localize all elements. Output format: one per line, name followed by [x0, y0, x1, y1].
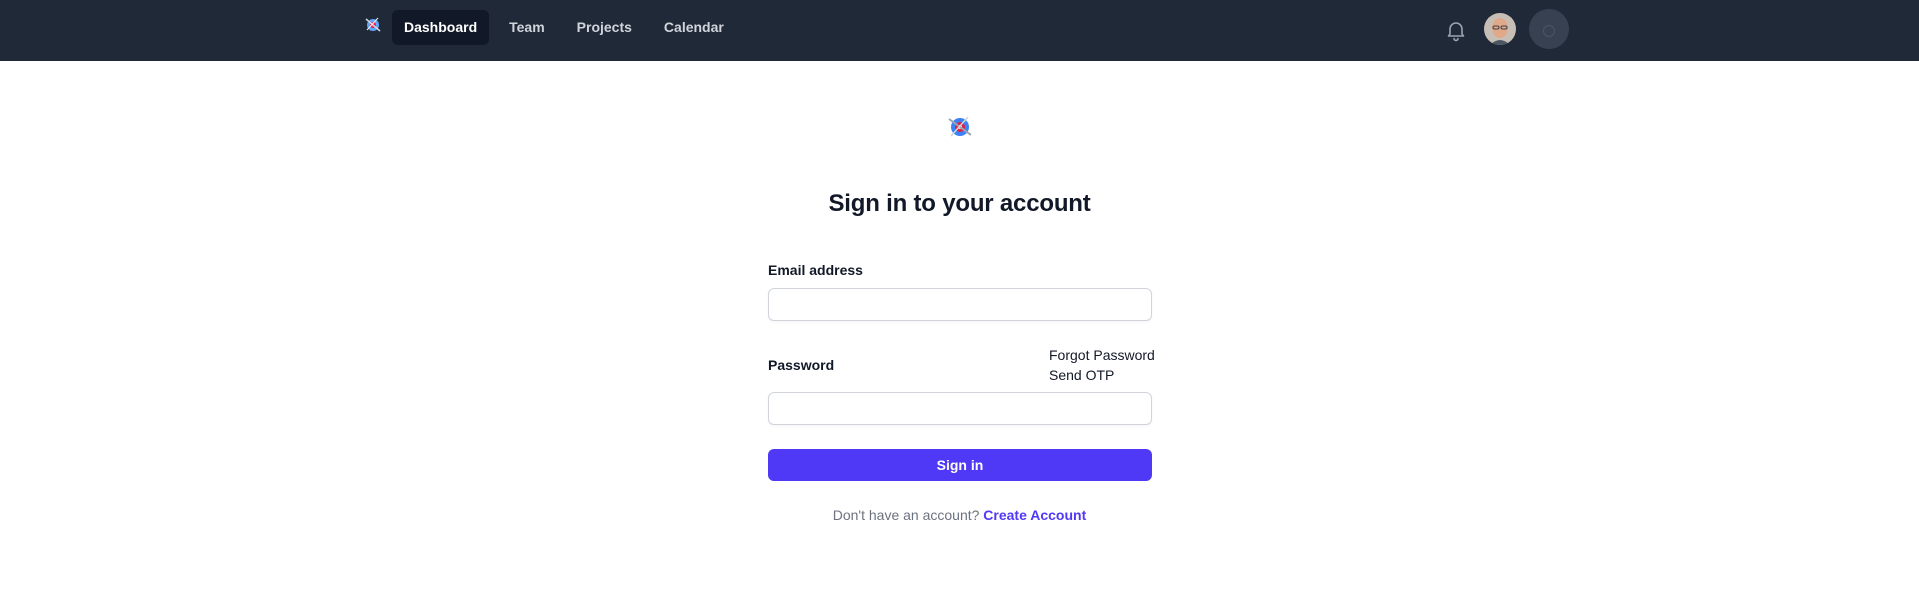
email-field[interactable] [768, 288, 1152, 321]
top-navigation-bar: Dashboard Team Projects Calendar [0, 0, 1919, 61]
sign-in-button[interactable]: Sign in [768, 449, 1152, 481]
password-label: Password [768, 357, 835, 373]
create-account-prompt: Don't have an account? Create Account [0, 507, 1919, 523]
page-title: Sign in to your account [828, 190, 1091, 217]
forgot-password-link[interactable]: Forgot Password [1049, 347, 1155, 363]
brand-logo-icon [948, 116, 972, 137]
user-avatar[interactable] [1484, 13, 1516, 45]
loading-circle-icon[interactable] [1529, 9, 1569, 49]
nav-link-team[interactable]: Team [497, 10, 557, 45]
bell-icon[interactable] [1444, 18, 1468, 42]
brand-logo-icon[interactable] [363, 15, 383, 35]
nav-link-projects[interactable]: Projects [565, 10, 644, 45]
nav-links: Dashboard Team Projects Calendar [392, 10, 736, 45]
password-field[interactable] [768, 392, 1152, 425]
create-account-link[interactable]: Create Account [983, 507, 1086, 523]
nav-link-dashboard[interactable]: Dashboard [392, 10, 490, 45]
no-account-text: Don't have an account? [832, 507, 980, 523]
email-label: Email address [768, 262, 863, 278]
nav-link-calendar[interactable]: Calendar [652, 10, 736, 45]
send-otp-link[interactable]: Send OTP [1049, 367, 1114, 383]
